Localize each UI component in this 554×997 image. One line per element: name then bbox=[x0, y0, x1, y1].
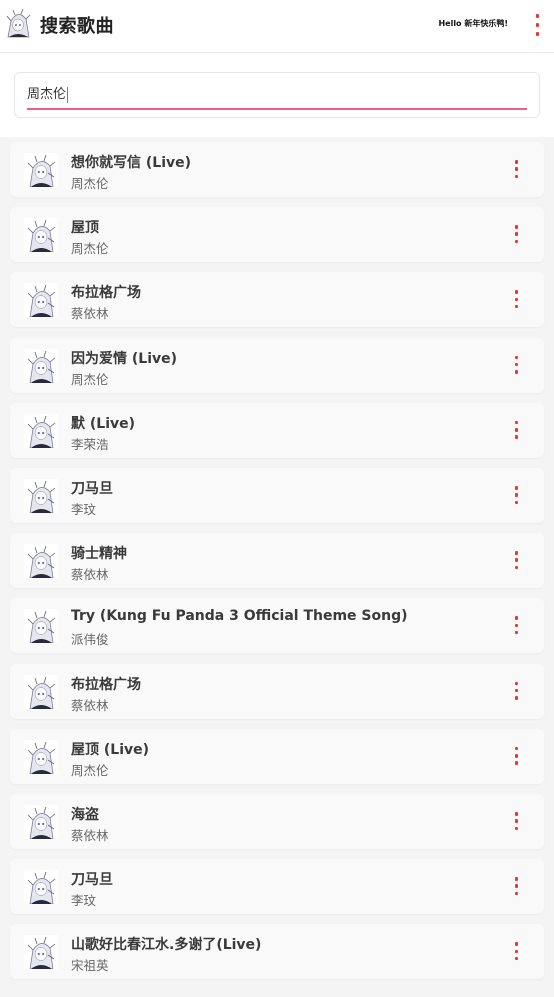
song-artist: 李玟 bbox=[71, 502, 97, 517]
anime-avatar-icon bbox=[3, 7, 33, 39]
more-options-icon[interactable] bbox=[512, 746, 520, 765]
more-options-icon[interactable] bbox=[512, 225, 520, 244]
album-cover-icon bbox=[24, 935, 58, 970]
more-options-icon[interactable] bbox=[512, 160, 520, 178]
song-item[interactable]: 骑士精神 蔡依林 bbox=[10, 533, 544, 589]
more-options-icon[interactable] bbox=[512, 290, 520, 309]
song-item[interactable]: 海盗 蔡依林 bbox=[10, 794, 544, 849]
album-cover-icon bbox=[24, 544, 58, 579]
more-vertical-icon[interactable] bbox=[532, 14, 542, 36]
album-cover-icon bbox=[24, 805, 58, 839]
more-options-icon[interactable] bbox=[512, 420, 520, 439]
song-item[interactable]: 刀马旦 李玟 bbox=[10, 468, 544, 523]
song-title: 刀马旦 bbox=[71, 872, 113, 889]
song-artist: 周杰伦 bbox=[71, 762, 109, 778]
song-title: 屋顶 (Live) bbox=[71, 741, 150, 758]
song-item[interactable]: 布拉格广场 蔡依林 bbox=[10, 663, 544, 719]
song-title: 默 (Live) bbox=[71, 415, 136, 432]
greeting-text: Hello 新年快乐鸭! bbox=[438, 19, 508, 28]
song-title: 骑士精神 bbox=[71, 546, 127, 563]
more-options-icon[interactable] bbox=[512, 486, 520, 504]
album-cover-icon bbox=[24, 870, 58, 905]
song-item[interactable]: Try (Kung Fu Panda 3 Official Theme Song… bbox=[10, 598, 544, 654]
more-options-icon[interactable] bbox=[512, 355, 520, 374]
song-title: 想你就写信 (Live) bbox=[71, 155, 192, 171]
album-cover-icon bbox=[24, 348, 58, 383]
song-title: 刀马旦 bbox=[71, 481, 113, 497]
song-title: 因为爱情 (Live) bbox=[71, 350, 178, 367]
album-cover-icon bbox=[24, 283, 58, 318]
song-item[interactable]: 想你就写信 (Live) 周杰伦 bbox=[10, 142, 544, 197]
album-cover-icon bbox=[24, 739, 58, 774]
song-artist: 蔡依林 bbox=[71, 697, 109, 713]
song-title: Try (Kung Fu Panda 3 Official Theme Song… bbox=[71, 608, 408, 625]
song-item[interactable]: 刀马旦 李玟 bbox=[10, 859, 544, 915]
song-artist: 宋祖英 bbox=[71, 958, 109, 974]
song-title: 布拉格广场 bbox=[71, 285, 141, 302]
app-bar: 搜索歌曲 Hello 新年快乐鸭! bbox=[0, 0, 554, 53]
more-options-icon[interactable] bbox=[512, 551, 520, 570]
song-item[interactable]: 屋顶 周杰伦 bbox=[10, 207, 544, 263]
album-cover-icon bbox=[24, 413, 58, 448]
album-cover-icon bbox=[24, 674, 58, 709]
song-item[interactable]: 布拉格广场 蔡依林 bbox=[10, 272, 544, 328]
song-artist: 蔡依林 bbox=[71, 306, 109, 322]
search-underline bbox=[27, 108, 527, 110]
song-artist: 李荣浩 bbox=[71, 436, 109, 452]
song-artist: 周杰伦 bbox=[71, 371, 109, 387]
song-title: 海盗 bbox=[71, 807, 99, 823]
search-area: 周杰伦 bbox=[0, 53, 554, 137]
song-title: 山歌好比春江水.多谢了(Live) bbox=[71, 937, 262, 954]
song-artist: 周杰伦 bbox=[71, 176, 109, 191]
page-title: 搜索歌曲 bbox=[40, 16, 114, 37]
album-cover-icon bbox=[24, 479, 58, 513]
more-options-icon[interactable] bbox=[512, 942, 520, 961]
song-item[interactable]: 因为爱情 (Live) 周杰伦 bbox=[10, 337, 544, 393]
song-title: 布拉格广场 bbox=[71, 676, 141, 693]
song-item[interactable]: 山歌好比春江水.多谢了(Live) 宋祖英 bbox=[10, 924, 544, 980]
song-item[interactable]: 屋顶 (Live) 周杰伦 bbox=[10, 728, 544, 784]
song-artist: 周杰伦 bbox=[71, 241, 109, 257]
search-input[interactable]: 周杰伦 bbox=[14, 72, 540, 118]
song-artist: 蔡依林 bbox=[71, 828, 109, 843]
search-input-value[interactable]: 周杰伦 bbox=[27, 87, 69, 103]
song-artist: 派伟俊 bbox=[71, 632, 109, 648]
more-options-icon[interactable] bbox=[512, 681, 520, 700]
song-title: 屋顶 bbox=[71, 220, 99, 237]
song-artist: 李玟 bbox=[71, 893, 97, 909]
album-cover-icon bbox=[24, 609, 58, 644]
song-artist: 蔡依林 bbox=[71, 567, 109, 583]
more-options-icon[interactable] bbox=[512, 877, 520, 896]
song-item[interactable]: 默 (Live) 李荣浩 bbox=[10, 402, 544, 458]
more-options-icon[interactable] bbox=[512, 812, 520, 830]
more-options-icon[interactable] bbox=[512, 616, 520, 635]
album-cover-icon bbox=[24, 153, 58, 187]
album-cover-icon bbox=[24, 218, 58, 253]
